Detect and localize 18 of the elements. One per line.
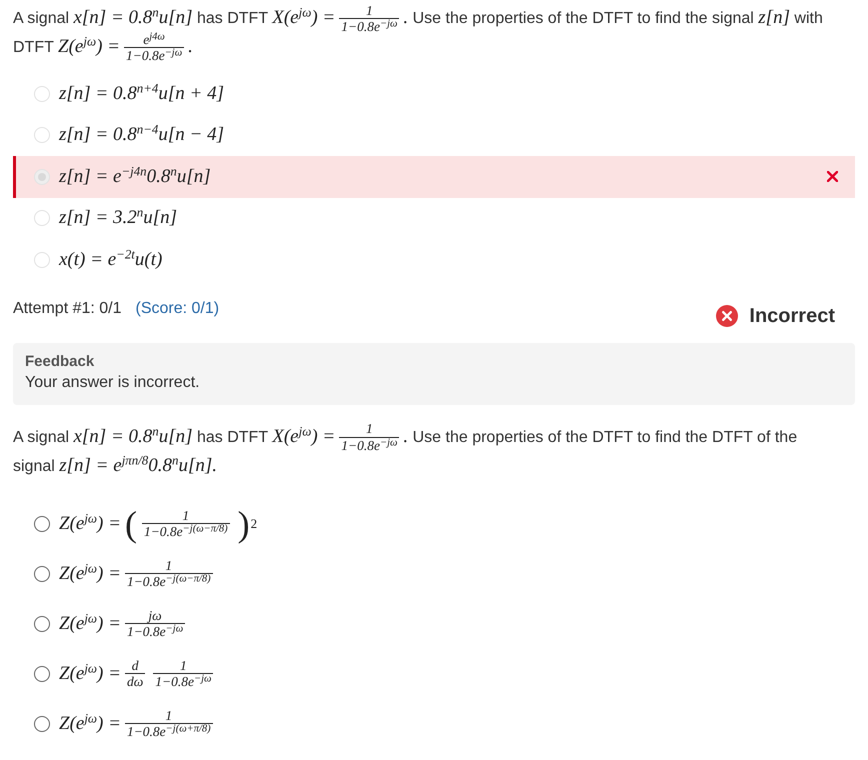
attempt-label: Attempt #1: 0/1 (13, 300, 122, 318)
option-label: Z(e$^{jω}$) = 1 1−0.8e$^{−j(ω+π/8)}$ (59, 712, 214, 736)
feedback-title: Feedback (25, 352, 96, 370)
option-label: Z(e$^{jω}$) = 1 1−0.8e$^{−j(ω−π/8)}$ (59, 562, 214, 586)
option-label: z[n] = e$^{−j4n}$0.8$^{n}$u[n] (59, 166, 211, 188)
x-mark-icon (827, 171, 838, 182)
status-label: Incorrect (749, 304, 835, 328)
option-label: x(t) = e$^{−2t}$u(t) (59, 248, 162, 271)
radio-button[interactable] (34, 516, 50, 532)
radio-button[interactable] (34, 666, 50, 682)
option-label: z[n] = 0.8$^{n+4}$u[n + 4] (59, 82, 224, 105)
radio-button[interactable] (34, 716, 50, 732)
option-label: z[n] = 0.8$^{n−4}$u[n − 4] (59, 124, 224, 146)
feedback-text: Your answer is incorrect. (25, 374, 201, 392)
radio-button[interactable] (34, 566, 50, 582)
score-text: (Score: 0/1) (136, 300, 220, 318)
radio-button[interactable] (34, 616, 50, 632)
option-label: z[n] = 3.2$^{n}$u[n] (59, 207, 178, 230)
